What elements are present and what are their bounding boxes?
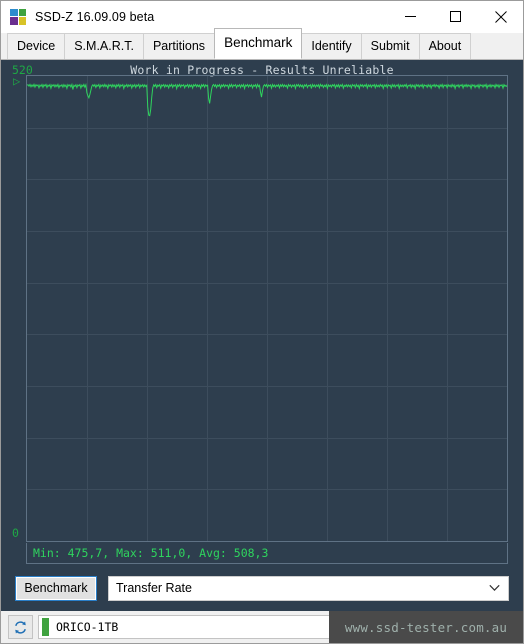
refresh-icon <box>15 620 26 634</box>
status-bar: ORICO-1TB www.ssd-tester.com.au <box>1 611 523 643</box>
close-button[interactable] <box>478 1 523 32</box>
minimize-icon <box>405 16 416 17</box>
benchmark-chart <box>26 75 508 542</box>
tab-device[interactable]: Device <box>7 33 66 59</box>
benchmark-mode-select[interactable]: Transfer Rate <box>108 575 509 601</box>
benchmark-stats-box: Min: 475,7, Max: 511,0, Avg: 508,3 <box>26 543 508 564</box>
minimize-button[interactable] <box>388 1 433 32</box>
app-squares-icon <box>10 8 26 25</box>
tab-identify[interactable]: Identify <box>301 33 362 59</box>
maximize-icon <box>450 11 461 22</box>
benchmark-panel: Work in Progress - Results Unreliable 52… <box>1 59 523 611</box>
benchmark-stats-text: Min: 475,7, Max: 511,0, Avg: 508,3 <box>33 546 269 560</box>
device-status-field[interactable]: ORICO-1TB <box>38 615 519 639</box>
close-icon <box>494 10 507 23</box>
chart-gridlines <box>27 76 507 541</box>
tab-partitions[interactable]: Partitions <box>142 33 216 59</box>
tab-about[interactable]: About <box>418 33 472 59</box>
run-benchmark-button[interactable]: Benchmark <box>15 575 97 601</box>
benchmark-controls: Benchmark Transfer Rate <box>1 565 523 611</box>
benchmark-mode-value: Transfer Rate <box>116 581 192 595</box>
maximize-button[interactable] <box>433 1 478 32</box>
chevron-down-icon <box>489 584 500 591</box>
tab-submit[interactable]: Submit <box>360 33 420 59</box>
tab-smart[interactable]: S.M.A.R.T. <box>64 33 144 59</box>
app-window: SSD-Z 16.09.09 beta Device S.M.A.R.T. Pa… <box>0 0 524 644</box>
transfer-rate-plot <box>27 76 507 541</box>
trace-start-marker-icon: ▷ <box>13 74 21 88</box>
window-controls <box>388 1 523 32</box>
window-title: SSD-Z 16.09.09 beta <box>35 9 155 24</box>
refresh-button[interactable] <box>8 615 33 639</box>
device-health-indicator <box>42 618 49 636</box>
tab-benchmark[interactable]: Benchmark <box>214 28 303 59</box>
tab-bar: Device S.M.A.R.T. Partitions Benchmark I… <box>1 28 523 59</box>
device-name-label: ORICO-1TB <box>56 620 119 634</box>
y-axis-min-label: 0 <box>12 526 19 540</box>
